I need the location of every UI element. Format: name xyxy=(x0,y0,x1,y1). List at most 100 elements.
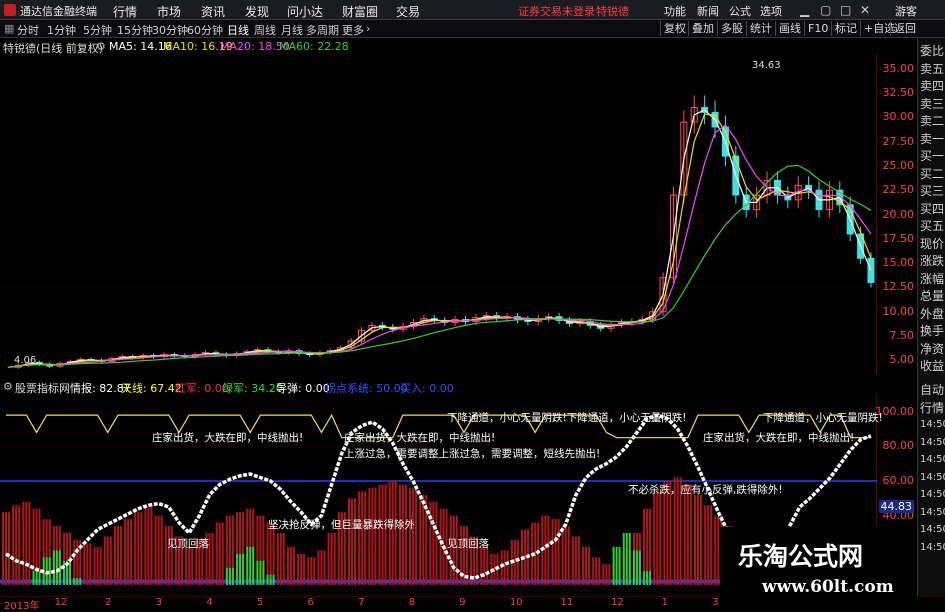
price-tick-label: 10.00 xyxy=(882,304,915,318)
sidebar-field-label[interactable]: 买四 xyxy=(920,202,944,216)
sidebar-field-label[interactable]: 14:50 xyxy=(920,541,945,555)
menu-item-wealth[interactable]: 财富圈 xyxy=(342,3,378,20)
sidebar-field-label[interactable]: 14:50 xyxy=(920,453,945,467)
menu-item-function[interactable]: 功能 xyxy=(664,3,686,19)
date-tick-label: 7 xyxy=(358,597,365,608)
maximize-icon[interactable]: □ xyxy=(840,3,851,17)
sidebar-field-label[interactable]: 14:50 xyxy=(920,506,945,520)
period-tab-5min[interactable]: 5分钟 xyxy=(83,22,112,38)
price-tick-label: 12.50 xyxy=(882,280,915,294)
sidebar-field-label[interactable]: 行情 xyxy=(920,401,944,415)
sidebar-field-label[interactable]: 换手 xyxy=(920,324,944,338)
date-tick-label: 4 xyxy=(206,597,213,608)
draw-line-button[interactable]: 画线 xyxy=(775,21,804,36)
menu-item-discover[interactable]: 发现 xyxy=(245,3,269,20)
signal-annotation: 坚决抢反弹，但巨量暴跌得除外 xyxy=(268,519,415,531)
sidebar-field-label[interactable]: 买二 xyxy=(920,167,944,181)
price-tick-label: 25.00 xyxy=(882,158,915,172)
period-tab-30min[interactable]: 30分钟 xyxy=(152,22,188,38)
stats-button[interactable]: 统计 xyxy=(746,21,775,36)
signal-annotation: 见顶回落 xyxy=(167,538,209,550)
adjust-button[interactable]: 复权 xyxy=(660,21,689,36)
indicator-tick-label: 80.00 xyxy=(882,439,915,453)
sidebar-field-label[interactable]: 涨跌 xyxy=(920,254,944,268)
signal-annotation: 见顶回落 xyxy=(447,538,489,550)
date-tick-label: 6 xyxy=(307,597,314,608)
sidebar-field-label[interactable]: 卖三 xyxy=(920,97,944,111)
date-tick-label: 5 xyxy=(256,597,264,608)
app-logo-icon xyxy=(4,4,16,16)
menu-item-formula[interactable]: 公式 xyxy=(729,3,751,19)
sidebar-field-label[interactable]: 涨幅 xyxy=(920,272,944,286)
price-tick-label: 7.50 xyxy=(889,329,915,343)
sidebar-field-label[interactable]: 卖二 xyxy=(920,114,944,128)
ma60-line xyxy=(7,164,872,368)
ma5-line xyxy=(7,109,872,368)
sidebar-field-label[interactable]: 14:50 xyxy=(920,488,945,502)
menu-item-options[interactable]: 选项 xyxy=(760,3,782,19)
mark-button[interactable]: 标记 xyxy=(831,21,860,36)
more-chevron-icon[interactable]: › xyxy=(366,22,370,35)
period-tab-monthly[interactable]: 月线 xyxy=(281,22,303,38)
restore-icon[interactable]: ▢ xyxy=(820,3,831,17)
login-warning[interactable]: 证券交易未登录 xyxy=(518,3,595,19)
menu-item-trade[interactable]: 交易 xyxy=(396,3,420,20)
multi-stock-button[interactable]: 多股 xyxy=(717,21,746,36)
low-price-label: 4.06 xyxy=(14,355,36,366)
close-icon[interactable]: ✕ xyxy=(860,3,870,17)
sidebar-field-label[interactable]: 总量 xyxy=(920,289,944,303)
period-tab-multi[interactable]: 多周期 xyxy=(306,22,339,38)
period-tab-1min[interactable]: 1分钟 xyxy=(47,22,76,38)
price-tick-label: 20.00 xyxy=(882,207,915,221)
date-tick-label: 9 xyxy=(459,597,466,608)
menu-item-ask[interactable]: 问小达 xyxy=(287,3,323,20)
date-tick-label: 12 xyxy=(54,597,68,608)
indicator-value-turning: 拐点系统: 50.00 xyxy=(325,382,408,395)
settings-gear-icon[interactable]: ⚙ xyxy=(96,40,106,53)
period-tab-more[interactable]: 更多 xyxy=(342,22,364,38)
sidebar-field-label[interactable]: 买五 xyxy=(920,219,944,233)
sidebar-field-label[interactable]: 卖四 xyxy=(920,79,944,93)
sidebar-field-label[interactable]: 收益 xyxy=(920,359,944,373)
menu-item-headlines[interactable]: 新闻 xyxy=(697,3,719,19)
period-tab-60min[interactable]: 60分钟 xyxy=(187,22,223,38)
main-price-chart[interactable]: 34.63 4.06 xyxy=(0,54,877,375)
indicator-name[interactable]: 股票指标网 xyxy=(15,380,70,396)
sidebar-field-label[interactable]: 买三 xyxy=(920,184,944,198)
price-axis: 35.00 32.50 30.00 27.50 25.00 22.50 20.00 17.50… xyxy=(877,54,917,375)
sidebar-field-label[interactable]: 卖五 xyxy=(920,62,944,76)
period-tab-weekly[interactable]: 周线 xyxy=(254,22,276,38)
indicator-value-skyline: 天线: 67.42 xyxy=(121,382,182,395)
sidebar-field-label[interactable]: 外盘 xyxy=(920,307,944,321)
period-tab-daily[interactable]: 日线 xyxy=(227,22,249,38)
price-tick-label: 35.00 xyxy=(882,61,915,75)
indicator-value-green: 绿军: 34.20 xyxy=(222,382,283,395)
price-tick-label: 22.50 xyxy=(882,183,915,197)
menu-item-news[interactable]: 资讯 xyxy=(201,3,225,20)
back-button[interactable]: 返回 xyxy=(890,21,919,36)
menu-item-quotes[interactable]: 行情 xyxy=(113,3,137,20)
sidebar-field-label[interactable]: 卖一 xyxy=(920,132,944,146)
sidebar-field-label[interactable]: 现价 xyxy=(920,237,944,251)
sidebar-field-label[interactable]: 买一 xyxy=(920,149,944,163)
period-tab-15min[interactable]: 15分钟 xyxy=(117,22,153,38)
sidebar-field-label[interactable]: 14:50 xyxy=(920,471,945,485)
sidebar-field-label[interactable]: 14:50 xyxy=(920,523,945,537)
sidebar-field-label[interactable]: 14:50 xyxy=(920,418,945,432)
grid-icon[interactable]: ▦ xyxy=(4,22,14,35)
signal-annotation: 下降通道，小心无量阴跌! xyxy=(763,412,883,424)
overlay-button[interactable]: 叠加 xyxy=(688,21,717,36)
watermark-url: www.60lt.com xyxy=(762,577,894,597)
sidebar-field-label[interactable]: 14:50 xyxy=(920,436,945,450)
indicator-settings-icon[interactable]: ⚙ xyxy=(3,380,13,393)
guest-label[interactable]: 游客 xyxy=(895,3,917,19)
sidebar-field-label[interactable]: 净资 xyxy=(920,342,944,356)
sidebar-field-label[interactable]: 委比 xyxy=(920,44,944,58)
menu-item-market[interactable]: 市场 xyxy=(157,3,181,20)
date-tick-label: 3 xyxy=(712,597,719,608)
indicator-value-buy: 买入: 0.00 xyxy=(400,382,454,395)
minimize-icon[interactable]: ▁ xyxy=(800,3,809,17)
f10-button[interactable]: F10 xyxy=(804,21,831,36)
date-tick-label: 1 xyxy=(661,597,669,608)
period-tab-intraday[interactable]: 分时 xyxy=(17,22,39,38)
